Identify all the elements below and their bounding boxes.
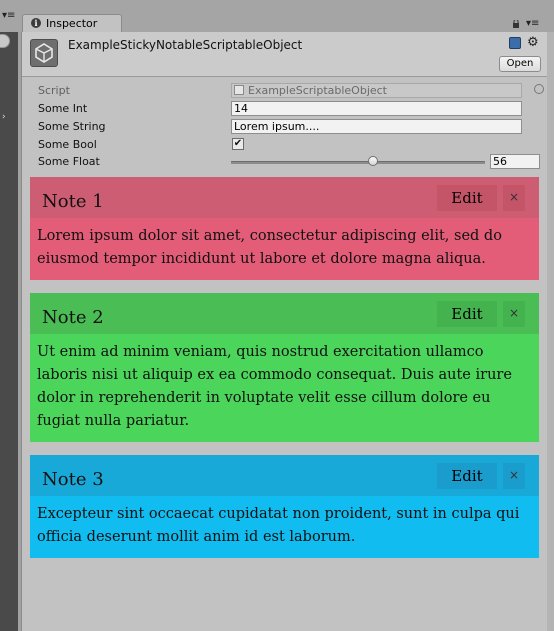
some-float-slider-thumb[interactable]	[368, 156, 379, 166]
note-title: Note 3	[42, 469, 104, 490]
tab-menu-icon[interactable]: ▾≡	[526, 18, 539, 29]
lock-icon[interactable]	[512, 20, 520, 28]
tab-strip: ▾≡ i Inspector ▾≡	[0, 0, 554, 32]
note-card: Note 1 Edit × Lorem ipsum dolor sit amet…	[30, 177, 539, 280]
note-body: Ut enim ad minim veniam, quis nostrud ex…	[30, 334, 539, 442]
scene-mark: ›	[2, 112, 6, 122]
field-some-bool: Some Bool ✔	[38, 137, 538, 153]
scene-view-edge: ›	[0, 32, 18, 631]
open-button[interactable]: Open	[499, 56, 541, 72]
field-some-float: Some Float 56	[38, 154, 540, 170]
note-header: Note 2 Edit ×	[30, 293, 539, 334]
some-bool-checkbox[interactable]: ✔	[232, 138, 244, 150]
some-float-slider-track[interactable]	[231, 161, 485, 164]
field-label: Some Float	[38, 155, 100, 168]
asset-title: ExampleStickyNotableScriptableObject	[68, 38, 303, 52]
note-card: Note 3 Edit × Excepteur sint occaecat cu…	[30, 455, 539, 558]
note-card: Note 2 Edit × Ut enim ad minim veniam, q…	[30, 293, 539, 442]
field-label: Some Bool	[38, 138, 97, 151]
field-script: Script ExampleScriptableObject	[38, 83, 544, 99]
note-header: Note 3 Edit ×	[30, 455, 539, 496]
note-header: Note 1 Edit ×	[30, 177, 539, 218]
script-icon	[234, 85, 244, 95]
field-some-int: Some Int 14	[38, 101, 538, 117]
inspector-header: ExampleStickyNotableScriptableObject ⚙ O…	[22, 32, 548, 77]
object-picker-icon[interactable]	[534, 84, 544, 94]
close-button[interactable]: ×	[503, 463, 525, 489]
some-float-input[interactable]: 56	[490, 154, 540, 169]
some-int-input[interactable]: 14	[231, 101, 522, 116]
field-label: Script	[38, 84, 70, 97]
tab-inspector[interactable]: i Inspector	[22, 14, 122, 32]
field-some-string: Some String Lorem ipsum....	[38, 119, 538, 135]
scrollbar[interactable]	[547, 32, 554, 631]
field-label: Some Int	[38, 102, 88, 115]
edit-button[interactable]: Edit	[437, 185, 497, 211]
menu-icon[interactable]: ▾≡	[2, 10, 16, 21]
unity-asset-icon	[30, 39, 58, 67]
script-field[interactable]: ExampleScriptableObject	[231, 83, 522, 98]
scene-toggle[interactable]	[0, 34, 10, 48]
inspector-panel: ExampleStickyNotableScriptableObject ⚙ O…	[21, 32, 548, 631]
close-button[interactable]: ×	[503, 185, 525, 211]
note-body: Excepteur sint occaecat cupidatat non pr…	[30, 496, 539, 558]
note-title: Note 1	[42, 191, 104, 212]
close-button[interactable]: ×	[503, 301, 525, 327]
tab-label: Inspector	[46, 17, 98, 30]
edit-button[interactable]: Edit	[437, 463, 497, 489]
help-book-icon[interactable]	[509, 37, 521, 49]
note-body: Lorem ipsum dolor sit amet, consectetur …	[30, 218, 539, 280]
edit-button[interactable]: Edit	[437, 301, 497, 327]
some-string-input[interactable]: Lorem ipsum....	[231, 119, 522, 134]
field-label: Some String	[38, 120, 106, 133]
note-title: Note 2	[42, 307, 104, 328]
info-icon: i	[31, 18, 41, 28]
gear-icon[interactable]: ⚙	[527, 35, 539, 50]
